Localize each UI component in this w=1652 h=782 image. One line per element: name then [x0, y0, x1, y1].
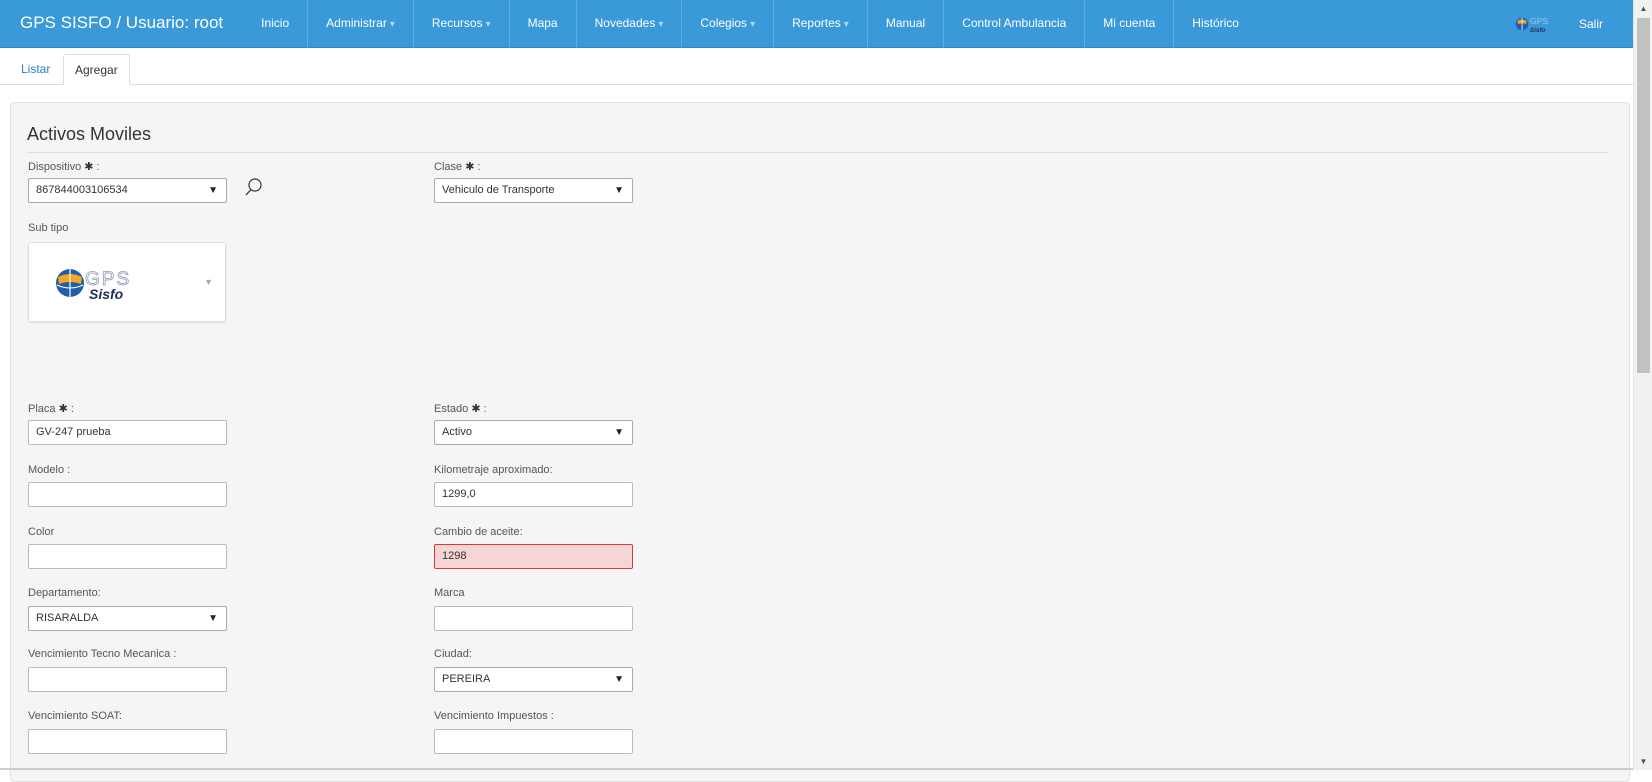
nav-manual[interactable]: Manual [868, 0, 945, 48]
dropdown-arrow-icon: ▼ [614, 185, 624, 196]
ciudad-select[interactable]: PEREIRA ▼ [434, 667, 633, 692]
departamento-select[interactable]: RISARALDA ▼ [28, 606, 227, 631]
nav-label: Inicio [261, 15, 290, 30]
nav-novedades[interactable]: Novedades ▾ [577, 0, 683, 48]
navbar-right: GPS Sisfo Salir [1515, 0, 1603, 48]
clase-label-text: Clase [434, 161, 463, 173]
page-title: Activos Moviles [27, 124, 152, 144]
required-asterisk-icon: ✱ [58, 403, 68, 415]
nav-label: Colegios [700, 15, 748, 30]
caret-down-icon: ▾ [389, 18, 395, 30]
dropdown-arrow-icon: ▼ [208, 185, 218, 196]
tab-bar: Listar Agregar [0, 52, 1633, 85]
estado-label-text: Estado [434, 403, 469, 415]
caret-down-icon: ▾ [843, 18, 849, 30]
nav-label: Mapa [527, 15, 558, 30]
dispositivo-label: Dispositivo ✱ : [28, 161, 100, 173]
cambio-aceite-label: Cambio de aceite: [434, 526, 523, 538]
kilometraje-input[interactable]: 1299,0 [434, 482, 633, 507]
logout-link[interactable]: Salir [1579, 17, 1603, 31]
estado-value: Activo [442, 426, 472, 438]
impuestos-input[interactable] [434, 729, 633, 754]
dropdown-arrow-icon: ▼ [614, 674, 624, 685]
kilometraje-label: Kilometraje aproximado: [434, 464, 553, 476]
top-navbar: GPS SISFO / Usuario: root Inicio Adminis… [0, 0, 1633, 48]
required-asterisk-icon: ✱ [84, 161, 94, 173]
departamento-value: RISARALDA [36, 612, 99, 624]
nav-label: Reportes [792, 15, 841, 30]
color-input[interactable] [28, 544, 227, 569]
subtipo-logo-subtext: Sisfo [89, 286, 124, 302]
gps-sisfo-logo: GPS Sisfo [1515, 16, 1548, 34]
nav-label: Administrar [326, 15, 387, 30]
cambio-aceite-input[interactable]: 1298 [434, 544, 633, 569]
placa-label-text: Placa [28, 403, 56, 415]
subtipo-select[interactable]: GPS Sisfo ▼ [28, 242, 226, 322]
nav-label: Control Ambulancia [962, 15, 1067, 30]
nav-label: Recursos [431, 15, 483, 30]
app-brand[interactable]: GPS SISFO / Usuario: root [0, 0, 243, 48]
marca-label: Marca [434, 587, 465, 599]
required-asterisk-icon: ✱ [471, 403, 481, 415]
estado-label: Estado ✱ : [434, 403, 487, 415]
caret-down-icon: ▾ [658, 18, 664, 30]
nav-label: Manual [885, 15, 926, 30]
tecno-label: Vencimiento Tecno Mecanica : [28, 648, 177, 660]
estado-select[interactable]: Activo ▼ [434, 420, 633, 445]
dispositivo-label-text: Dispositivo [28, 161, 82, 173]
nav-control-ambulancia[interactable]: Control Ambulancia [944, 0, 1086, 48]
impuestos-label: Vencimiento Impuestos : [434, 710, 554, 722]
dropdown-arrow-icon: ▼ [614, 427, 624, 438]
nav-recursos[interactable]: Recursos ▾ [414, 0, 510, 48]
chevron-down-icon: ▼ [204, 277, 213, 287]
modelo-input[interactable] [28, 482, 227, 507]
nav-reportes[interactable]: Reportes ▾ [774, 0, 868, 48]
clase-value: Vehiculo de Transporte [442, 184, 555, 196]
search-icon[interactable] [244, 177, 264, 197]
tab-listar[interactable]: Listar [10, 54, 61, 85]
vertical-scrollbar[interactable]: ▲ ▼ [1633, 0, 1652, 770]
tecno-input[interactable] [28, 667, 227, 692]
gps-sisfo-logo: GPS Sisfo [56, 269, 130, 302]
nav-inicio[interactable]: Inicio [243, 0, 309, 48]
nav-label: Histórico [1192, 15, 1239, 30]
title-divider [27, 152, 1609, 153]
nav-label: Novedades [594, 15, 656, 30]
nav-logo-text: GPS [1530, 16, 1548, 26]
ciudad-value: PEREIRA [442, 673, 491, 685]
marca-input[interactable] [434, 606, 633, 631]
required-asterisk-icon: ✱ [465, 161, 475, 173]
dispositivo-value: 867844003106534 [36, 184, 128, 196]
nav-mi-cuenta[interactable]: Mi cuenta [1085, 0, 1175, 48]
nav-administrar[interactable]: Administrar ▾ [308, 0, 414, 48]
subtipo-label: Sub tipo [28, 222, 69, 234]
dispositivo-select[interactable]: 867844003106534 ▼ [28, 178, 227, 203]
soat-input[interactable] [28, 729, 227, 754]
modelo-label: Modelo : [28, 464, 71, 476]
departamento-label: Departamento: [28, 587, 101, 599]
placa-label: Placa ✱ : [28, 403, 74, 415]
scroll-thumb[interactable] [1637, 18, 1650, 373]
clase-label: Clase ✱ : [434, 161, 481, 173]
nav-mapa[interactable]: Mapa [510, 0, 577, 48]
nav-label: Mi cuenta [1103, 15, 1156, 30]
caret-down-icon: ▾ [485, 18, 491, 30]
nav-colegios[interactable]: Colegios ▾ [682, 0, 775, 48]
clase-select[interactable]: Vehiculo de Transporte ▼ [434, 178, 633, 203]
soat-label: Vencimiento SOAT: [28, 710, 122, 722]
caret-down-icon: ▾ [750, 18, 756, 30]
nav-logo-subtext: Sisfo [1530, 27, 1545, 34]
placa-input[interactable]: GV-247 prueba [28, 420, 227, 445]
form-panel [10, 102, 1630, 782]
tab-agregar[interactable]: Agregar [63, 54, 130, 85]
scroll-down-arrow-icon[interactable]: ▼ [1634, 753, 1652, 770]
scroll-up-arrow-icon[interactable]: ▲ [1634, 0, 1652, 17]
nav-historico[interactable]: Histórico [1174, 0, 1257, 48]
ciudad-label: Ciudad: [434, 648, 472, 660]
color-label: Color [28, 526, 55, 538]
dropdown-arrow-icon: ▼ [208, 613, 218, 624]
